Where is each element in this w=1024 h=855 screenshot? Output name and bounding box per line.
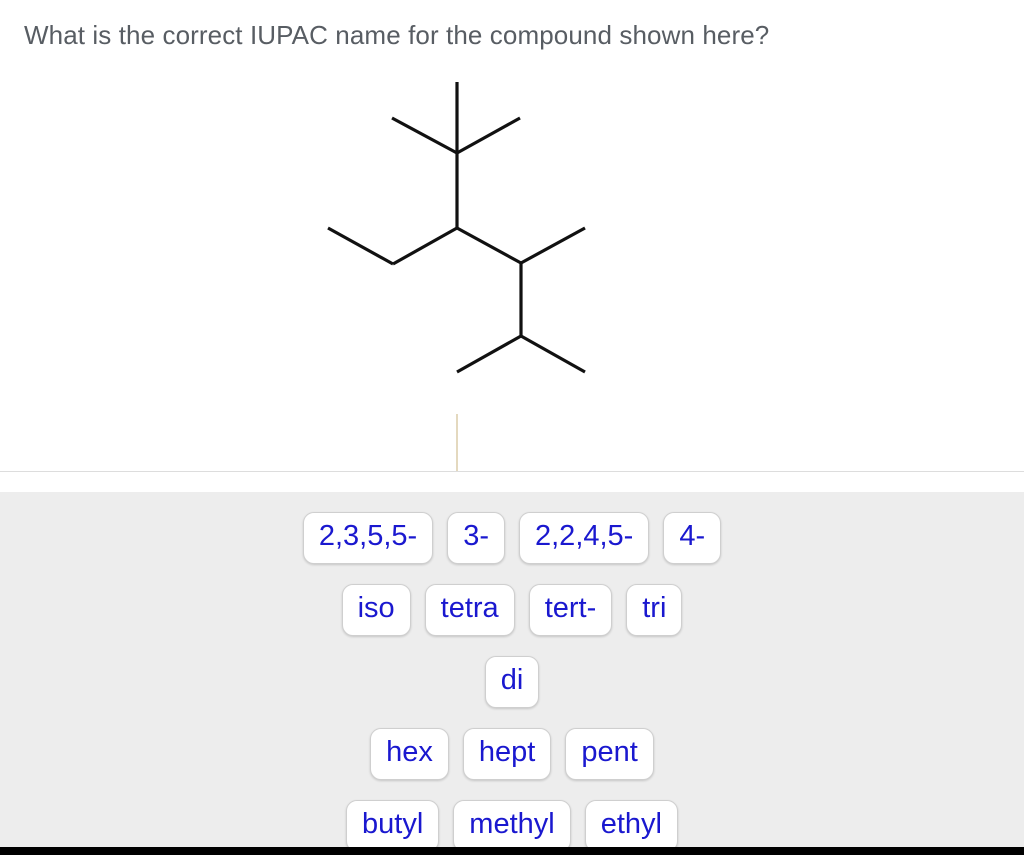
bond-group bbox=[327, 82, 586, 374]
answer-tile-row-5: butyl methyl ethyl bbox=[0, 800, 1024, 852]
answer-tile[interactable]: 4- bbox=[663, 512, 722, 564]
bond-upper-left-methyl bbox=[391, 116, 458, 155]
bond-ethyl-ch2-to-ch3 bbox=[327, 226, 394, 266]
bond-ch-to-ethyl-ch2 bbox=[392, 226, 458, 266]
bond-right-methyl bbox=[520, 226, 586, 265]
molecule-structure-figure bbox=[300, 70, 620, 400]
answer-tile[interactable]: hept bbox=[462, 728, 552, 780]
bond-upper-right-methyl bbox=[456, 116, 521, 155]
question-prompt: What is the correct IUPAC name for the c… bbox=[24, 20, 770, 50]
answer-tile[interactable]: 2,3,5,5- bbox=[302, 512, 434, 564]
answer-tile[interactable]: butyl bbox=[346, 800, 440, 852]
answer-tile[interactable]: methyl bbox=[453, 800, 571, 852]
section-gap bbox=[0, 472, 1024, 492]
bond-isopropyl-left-methyl bbox=[456, 334, 522, 374]
answer-tile[interactable]: iso bbox=[341, 584, 411, 636]
answer-tile[interactable]: tert- bbox=[528, 584, 613, 636]
answer-tile[interactable]: di bbox=[484, 656, 540, 708]
answer-tile[interactable]: ethyl bbox=[584, 800, 678, 852]
answer-tile[interactable]: tetra bbox=[424, 584, 515, 636]
skeletal-structure-svg bbox=[327, 82, 586, 374]
question-area: What is the correct IUPAC name for the c… bbox=[0, 0, 1024, 472]
bottom-black-bar bbox=[0, 847, 1024, 855]
answer-tile-row-4: hex hept pent bbox=[0, 728, 1024, 780]
answer-tile[interactable]: hex bbox=[370, 728, 449, 780]
answer-tile[interactable]: 3- bbox=[447, 512, 505, 564]
answer-tile[interactable]: tri bbox=[626, 584, 683, 636]
answer-slot-caret[interactable] bbox=[456, 414, 458, 472]
answer-tile-row-2: iso tetra tert- tri bbox=[0, 584, 1024, 636]
bond-isopropyl-right-methyl bbox=[520, 334, 586, 374]
answer-tile[interactable]: 2,2,4,5- bbox=[519, 512, 650, 564]
answer-tile[interactable]: pent bbox=[565, 728, 654, 780]
answer-tile-row-3: di bbox=[0, 656, 1024, 708]
answer-bank-panel: 2,3,5,5- 3- 2,2,4,5- 4- iso tetra tert- … bbox=[0, 492, 1024, 852]
answer-tile-row-1: 2,3,5,5- 3- 2,2,4,5- 4- bbox=[0, 512, 1024, 564]
bond-ch-to-ch-methyl bbox=[456, 226, 522, 265]
